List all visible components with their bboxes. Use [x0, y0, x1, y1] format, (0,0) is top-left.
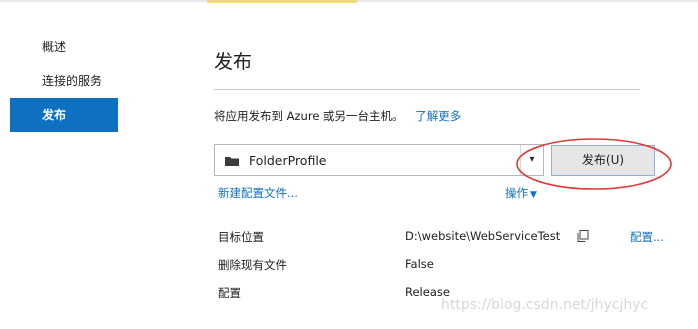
annotation-circle: [516, 138, 672, 190]
page-title: 发布: [214, 51, 253, 73]
copy-icon[interactable]: [577, 230, 589, 242]
profile-select[interactable]: FolderProfile ▾: [214, 144, 544, 176]
sidebar-nav: 概述 连接的服务 发布: [10, 30, 118, 132]
property-label: 配置: [218, 286, 241, 300]
publish-description: 将应用发布到 Azure 或另一台主机。 了解更多: [214, 108, 461, 124]
property-value: False: [405, 257, 434, 271]
watermark: https://blog.csdn.net/jhycjhyc: [441, 297, 649, 313]
actions-menu-link[interactable]: 操作 ▼: [505, 185, 537, 201]
sidebar-item-publish[interactable]: 发布: [10, 98, 118, 132]
new-profile-link[interactable]: 新建配置文件...: [218, 185, 298, 201]
publish-panel: 发布 将应用发布到 Azure 或另一台主机。 了解更多 FolderProfi…: [214, 0, 684, 329]
profile-name: FolderProfile: [249, 153, 327, 168]
configure-link[interactable]: 配置...: [630, 229, 664, 245]
actions-label: 操作: [505, 186, 528, 200]
property-label: 删除现有文件: [218, 258, 287, 272]
property-row-delete-existing: 删除现有文件 False: [218, 254, 688, 282]
property-label: 目标位置: [218, 230, 264, 244]
learn-more-link[interactable]: 了解更多: [415, 109, 461, 123]
property-row-target: 目标位置 D:\website\WebServiceTest 配置...: [218, 226, 688, 254]
sidebar-item-connected-services[interactable]: 连接的服务: [10, 64, 118, 98]
property-value: D:\website\WebServiceTest: [405, 229, 561, 243]
caret-down-icon: ▼: [530, 190, 537, 200]
folder-icon: [225, 157, 239, 166]
sidebar-item-overview[interactable]: 概述: [10, 30, 118, 64]
description-text: 将应用发布到 Azure 或另一台主机。: [214, 109, 404, 123]
title-divider: [214, 89, 640, 90]
